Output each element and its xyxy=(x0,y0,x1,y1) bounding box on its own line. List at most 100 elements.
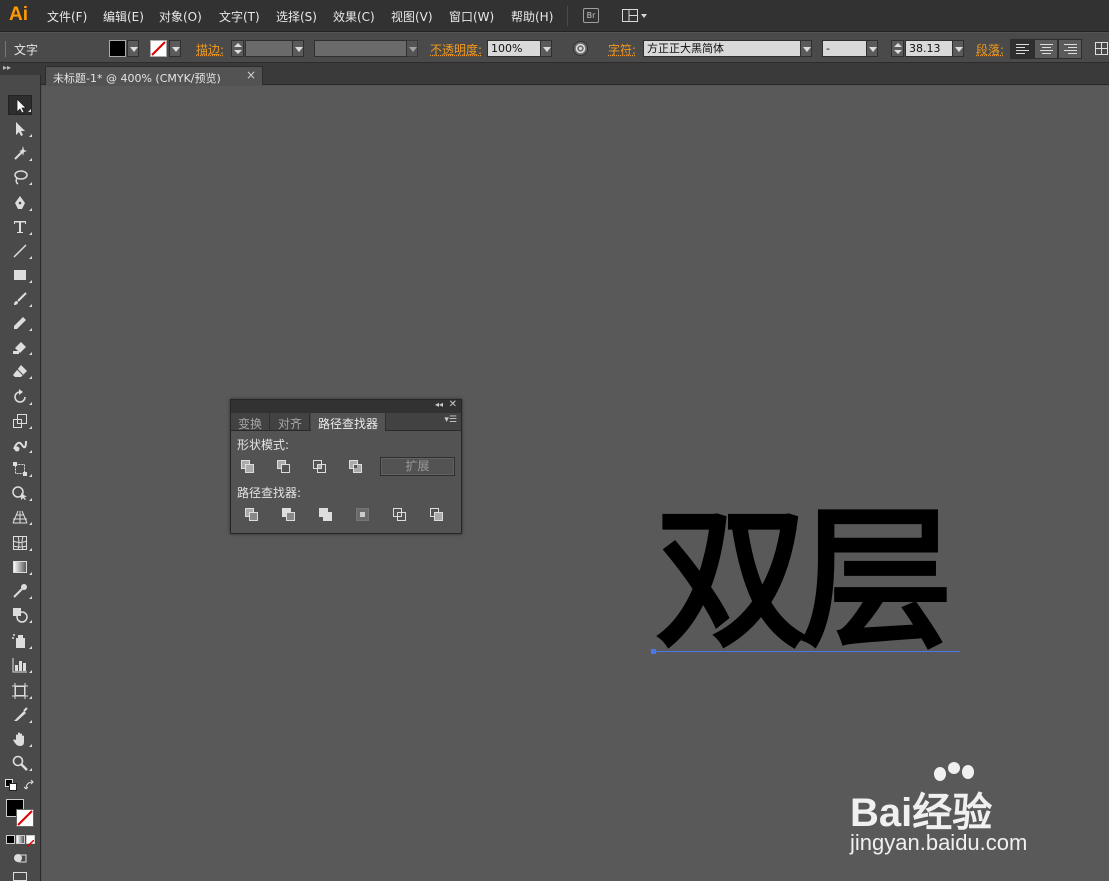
artboard-tool[interactable] xyxy=(8,681,32,701)
menu-type[interactable]: 文字(T) xyxy=(219,8,260,25)
warp-tool[interactable] xyxy=(8,435,32,455)
unite-button[interactable] xyxy=(240,459,256,475)
pencil-tool[interactable] xyxy=(8,313,32,333)
variable-width-profile-field[interactable] xyxy=(314,40,407,57)
lasso-tool[interactable] xyxy=(8,167,32,187)
eraser-tool[interactable] xyxy=(8,361,32,381)
shape-builder-icon xyxy=(12,486,27,500)
shape-builder-tool[interactable] xyxy=(8,483,32,503)
menu-select[interactable]: 选择(S) xyxy=(276,8,317,25)
selection-tool[interactable] xyxy=(8,95,32,115)
fill-dropdown-arrow[interactable] xyxy=(127,40,139,57)
menu-file[interactable]: 文件(F) xyxy=(47,8,87,25)
recolor-artwork-button[interactable] xyxy=(573,41,588,56)
blend-tool[interactable] xyxy=(8,605,32,625)
paintbrush-tool[interactable] xyxy=(8,289,32,309)
tab-pathfinder[interactable]: 路径查找器 xyxy=(311,413,387,431)
transform-panel-icon[interactable] xyxy=(1094,41,1109,56)
panel-menu-icon[interactable]: ▾☰ xyxy=(444,415,457,425)
font-size-spinner[interactable] xyxy=(891,40,904,57)
workspace-switcher-button[interactable] xyxy=(622,9,650,23)
fill-swatch[interactable] xyxy=(109,40,126,57)
tools-panel-grip[interactable]: ▸▸ xyxy=(0,63,41,75)
tab-align[interactable]: 对齐 xyxy=(271,413,311,431)
perspective-grid-tool[interactable] xyxy=(8,507,32,527)
symbol-sprayer-icon xyxy=(12,634,25,648)
font-style-dropdown[interactable] xyxy=(866,40,878,57)
none-mode-button[interactable] xyxy=(26,835,35,848)
mesh-tool[interactable] xyxy=(8,533,32,553)
merge-button[interactable] xyxy=(318,507,334,523)
symbol-sprayer-tool[interactable] xyxy=(8,631,32,651)
minus-front-button[interactable] xyxy=(276,459,292,475)
line-segment-tool[interactable] xyxy=(8,241,32,261)
opacity-field[interactable]: 100% xyxy=(487,40,541,57)
menu-window[interactable]: 窗口(W) xyxy=(449,8,494,25)
font-family-field[interactable]: 方正正大黑简体 xyxy=(643,40,801,57)
align-right-button[interactable] xyxy=(1058,39,1082,59)
blob-brush-tool[interactable] xyxy=(8,337,32,357)
font-size-dropdown[interactable] xyxy=(952,40,964,57)
slice-tool[interactable] xyxy=(8,705,32,725)
stroke-weight-spinner[interactable] xyxy=(231,40,244,57)
drawing-mode-icon[interactable] xyxy=(13,852,27,864)
stroke-weight-dropdown[interactable] xyxy=(292,40,304,57)
menu-object[interactable]: 对象(O) xyxy=(159,8,202,25)
exclude-button[interactable] xyxy=(348,459,364,475)
document-tab-close-icon[interactable]: × xyxy=(246,68,256,82)
rectangle-tool[interactable] xyxy=(8,265,32,285)
variable-width-profile-dropdown[interactable] xyxy=(406,40,418,57)
color-mode-button[interactable] xyxy=(6,835,15,844)
screen-mode-icon[interactable] xyxy=(13,872,27,881)
panel-title-bar[interactable]: ◂◂ ✕ xyxy=(231,399,461,413)
close-panel-icon[interactable]: ✕ xyxy=(449,399,457,410)
magic-wand-tool[interactable] xyxy=(8,143,32,163)
outline-button[interactable] xyxy=(392,507,408,523)
opacity-dropdown[interactable] xyxy=(540,40,552,57)
menu-effect[interactable]: 效果(C) xyxy=(333,8,375,25)
document-tab[interactable]: 未标题-1* @ 400% (CMYK/预览) × xyxy=(45,66,263,85)
font-size-field[interactable]: 38.13 xyxy=(905,40,953,57)
collapse-panel-icon[interactable]: ◂◂ xyxy=(435,400,443,409)
font-family-dropdown[interactable] xyxy=(800,40,812,57)
default-colors-icon[interactable] xyxy=(5,779,17,791)
eyedropper-tool[interactable] xyxy=(8,581,32,601)
text-anchor-point[interactable] xyxy=(651,649,656,654)
document-tab-title: 未标题-1* @ 400% (CMYK/预览) xyxy=(53,72,221,85)
direct-selection-tool[interactable] xyxy=(8,119,32,139)
hand-tool[interactable] xyxy=(8,729,32,749)
type-tool[interactable] xyxy=(8,217,32,237)
zoom-tool[interactable] xyxy=(8,753,32,773)
gradient-tool[interactable] xyxy=(8,557,32,577)
artwork-text[interactable]: 双层 xyxy=(655,505,953,658)
stroke-swatch[interactable] xyxy=(150,40,167,57)
menu-edit[interactable]: 编辑(E) xyxy=(103,8,144,25)
stroke-weight-field[interactable] xyxy=(245,40,293,57)
column-graph-tool[interactable] xyxy=(8,655,32,675)
stroke-weight-label[interactable]: 描边: xyxy=(196,41,224,58)
stroke-color-box[interactable] xyxy=(16,809,34,827)
rotate-tool[interactable] xyxy=(8,387,32,407)
menu-help[interactable]: 帮助(H) xyxy=(511,8,553,25)
align-center-button[interactable] xyxy=(1034,39,1058,59)
expand-button[interactable]: 扩展 xyxy=(380,457,455,476)
intersect-button[interactable] xyxy=(312,459,328,475)
opacity-label[interactable]: 不透明度: xyxy=(430,41,482,58)
menu-view[interactable]: 视图(V) xyxy=(391,8,433,25)
swap-colors-icon[interactable] xyxy=(24,779,36,791)
tab-transform[interactable]: 变换 xyxy=(231,413,271,431)
paragraph-label[interactable]: 段落: xyxy=(976,41,1004,58)
minus-back-button[interactable] xyxy=(429,507,445,523)
bridge-button[interactable]: Br xyxy=(583,8,599,23)
pen-tool[interactable] xyxy=(8,193,32,213)
font-style-field[interactable]: - xyxy=(822,40,867,57)
align-left-button[interactable] xyxy=(1010,39,1034,59)
free-transform-tool[interactable] xyxy=(8,459,32,479)
crop-button[interactable] xyxy=(355,507,371,523)
character-label[interactable]: 字符: xyxy=(608,41,636,58)
stroke-dropdown-arrow[interactable] xyxy=(169,40,181,57)
trim-button[interactable] xyxy=(281,507,297,523)
divide-button[interactable] xyxy=(244,507,260,523)
gradient-mode-button[interactable] xyxy=(16,835,25,844)
scale-tool[interactable] xyxy=(8,411,32,431)
